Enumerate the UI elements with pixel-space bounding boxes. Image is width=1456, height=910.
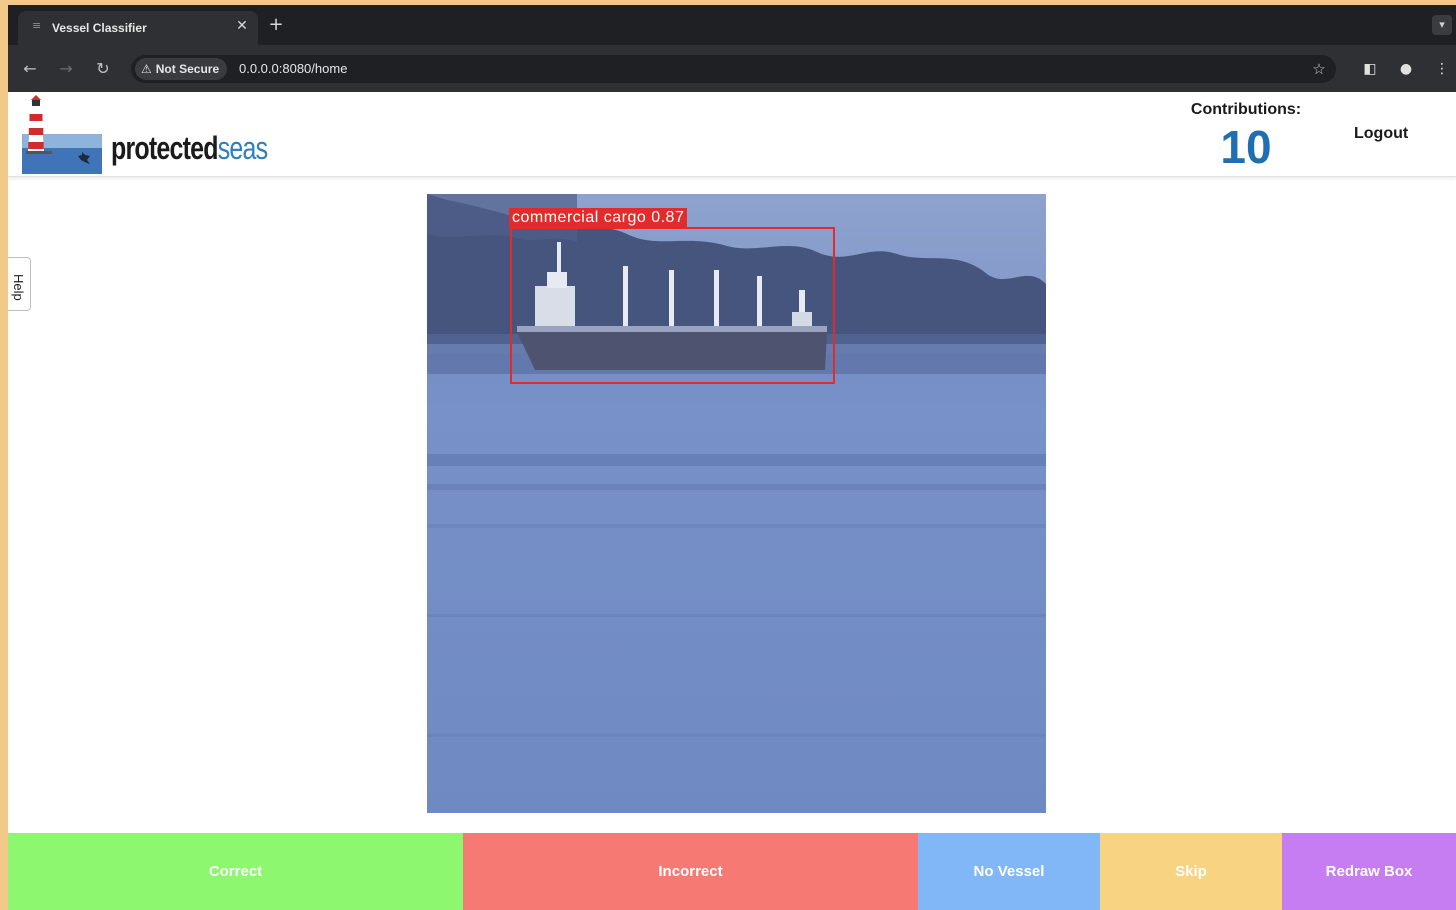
contributions-count: 10 [1220, 121, 1272, 173]
detection-bounding-box [510, 227, 835, 384]
detection-label: commercial cargo 0.87 [509, 208, 688, 227]
back-icon[interactable]: ← [19, 58, 41, 80]
warning-icon: ⚠ [141, 62, 152, 76]
reload-icon[interactable]: ↻ [92, 58, 114, 80]
logout-link[interactable]: Logout [1354, 125, 1408, 143]
correct-button[interactable]: Correct [8, 833, 463, 910]
skip-button[interactable]: Skip [1100, 833, 1282, 910]
profile-icon[interactable]: ● [1395, 58, 1417, 80]
favicon-icon: ≡ [32, 19, 42, 32]
help-tab[interactable]: Help [8, 257, 31, 311]
address-bar[interactable]: ⚠ Not Secure 0.0.0.0:8080/home ☆ [131, 55, 1336, 83]
security-indicator[interactable]: ⚠ Not Secure [135, 58, 228, 80]
url-text[interactable]: 0.0.0.0:8080/home [239, 61, 347, 76]
brand-wordmark[interactable]: protectedseas [111, 130, 268, 166]
browser-tab[interactable]: ≡ Vessel Classifier ✕ [18, 11, 258, 45]
browser-toolbar: ← → ↻ ⚠ Not Secure 0.0.0.0:8080/home ☆ ◧ … [8, 45, 1456, 92]
lighthouse-logo-icon [22, 95, 102, 174]
redraw-box-button[interactable]: Redraw Box [1282, 833, 1456, 910]
tab-strip: ≡ Vessel Classifier ✕ + ▾ [8, 5, 1456, 45]
help-label: Help [11, 274, 26, 301]
bookmark-star-icon[interactable]: ☆ [1308, 58, 1330, 80]
incorrect-button[interactable]: Incorrect [463, 833, 918, 910]
action-bar: Correct Incorrect No Vessel Skip Redraw … [8, 833, 1456, 910]
brand-word-seas: seas [217, 130, 268, 166]
tab-title: Vessel Classifier [52, 21, 147, 35]
security-label: Not Secure [155, 62, 220, 76]
vessel-photo: commercial cargo 0.87 [427, 194, 1046, 813]
app-header: protectedseas Contributions: 10 Logout [8, 92, 1456, 177]
brand-word-protected: protected [111, 130, 218, 166]
close-icon[interactable]: ✕ [234, 18, 250, 34]
contributions-label: Contributions: [1190, 101, 1302, 118]
more-menu-icon[interactable]: ⋮ [1431, 58, 1453, 80]
no-vessel-button[interactable]: No Vessel [918, 833, 1100, 910]
new-tab-button[interactable]: + [266, 15, 286, 35]
browser-window: ≡ Vessel Classifier ✕ + ▾ ← → ↻ ⚠ Not Sec… [8, 5, 1456, 910]
tab-search-icon[interactable]: ▾ [1432, 15, 1452, 35]
side-panel-icon[interactable]: ◧ [1359, 58, 1381, 80]
forward-icon[interactable]: → [55, 58, 77, 80]
